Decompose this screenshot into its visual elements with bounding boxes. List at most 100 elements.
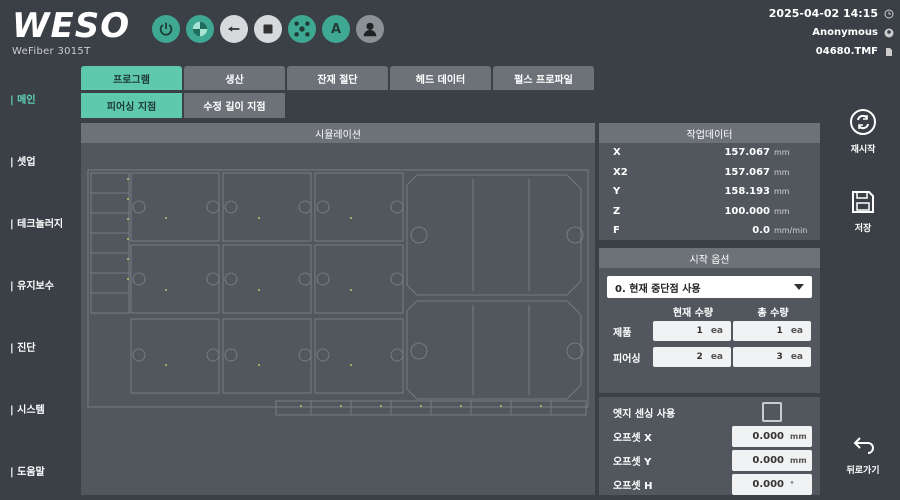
offset-label: 오프셋 H — [613, 480, 653, 492]
part-b3 — [314, 244, 404, 314]
edge-sensing-checkbox[interactable] — [762, 402, 782, 422]
save-icon — [852, 191, 874, 213]
current-qty-value: 1 — [696, 326, 703, 336]
qty-unit: ea — [790, 352, 803, 362]
work-data-row: X2 157.067 mm — [599, 163, 820, 183]
offset-x-field[interactable]: 0.000 mm — [732, 425, 812, 447]
user-name: Anonymous — [812, 27, 878, 38]
quadrant-icon[interactable] — [186, 15, 214, 43]
sheet-outline — [87, 169, 589, 408]
person-icon — [884, 28, 894, 37]
qty-unit: ea — [790, 326, 803, 336]
tab-pulse-profile[interactable]: 펄스 프로파일 — [493, 66, 594, 90]
edge-sensing-label: 엣지 센싱 사용 — [613, 408, 676, 420]
total-qty-value: 1 — [776, 326, 783, 336]
axis-value: 158.193 — [724, 186, 770, 198]
offset-unit: mm — [790, 455, 807, 465]
file-icon — [886, 47, 892, 56]
part-b1 — [130, 244, 220, 314]
work-data-panel: 작업데이터 X 157.067 mm X2 157.067 mm Y 158.193 mm … — [599, 123, 820, 240]
back-button[interactable]: 뒤로가기 — [836, 433, 890, 476]
subtab-edit-length-point[interactable]: 수정 길이 지점 — [184, 93, 285, 118]
start-options-panel: 시작 옵션 0. 현재 중단점 사용 현재 수량 총 수량 제품 1 ea 1 ea… — [599, 248, 820, 393]
offset-value: 0.000 — [752, 478, 784, 490]
part-d1 — [406, 174, 582, 296]
restart-icon — [850, 109, 876, 135]
sub-tabs: 피어싱 지점 수정 길이 지점 — [81, 93, 285, 118]
axis-label: Z — [613, 205, 621, 217]
part-a3 — [314, 172, 404, 242]
start-mode-value: 0. 현재 중단점 사용 — [615, 283, 701, 295]
quantity-row: 제품 1 ea 1 ea — [599, 318, 820, 344]
restart-button[interactable]: 재시작 — [836, 108, 890, 155]
tab-production[interactable]: 생산 — [184, 66, 285, 90]
total-qty-header: 총 수량 — [757, 308, 789, 319]
current-qty-header: 현재 수량 — [672, 308, 714, 319]
offset-value: 0.000 — [752, 454, 784, 466]
auto-letter: A — [330, 21, 342, 37]
tab-program[interactable]: 프로그램 — [81, 66, 182, 90]
axis-label: F — [613, 225, 620, 237]
restart-label: 재시작 — [850, 145, 876, 155]
axis-value: 157.067 — [724, 147, 770, 159]
tab-remnant-cut[interactable]: 잔재 절단 — [287, 66, 388, 90]
axis-value: 157.067 — [724, 166, 770, 178]
quantity-row: 피어싱 2 ea 3 ea — [599, 344, 820, 370]
work-data-row: X 157.067 mm — [599, 143, 820, 163]
edge-sensing-row: 엣지 센싱 사용 — [599, 400, 820, 424]
nav-help[interactable]: | 도움말 — [10, 463, 45, 478]
simulation-canvas[interactable] — [81, 143, 595, 495]
axis-unit: mm — [774, 187, 790, 197]
nav-maintenance[interactable]: | 유지보수 — [10, 277, 54, 292]
part-c2 — [222, 318, 312, 394]
file-name: 04680.TMF — [815, 46, 878, 57]
work-data-title: 작업데이터 — [599, 123, 820, 143]
status-area: 2025-04-02 14:15 Anonymous 04680.TMF — [769, 4, 894, 61]
nav-diagnosis[interactable]: | 진단 — [10, 339, 36, 354]
offset-row: 오프셋 Y 0.000 mm — [599, 448, 820, 472]
offset-label: 오프셋 X — [613, 432, 652, 444]
current-qty-field[interactable]: 2 ea — [653, 347, 731, 367]
qty-unit: ea — [710, 326, 723, 336]
nav-technology[interactable]: | 테크놀러지 — [10, 215, 63, 230]
edge-sensing-panel: 엣지 센싱 사용 오프셋 X 0.000 mm 오프셋 Y 0.000 mm 오프셋… — [599, 397, 820, 495]
datetime: 2025-04-02 14:15 — [768, 7, 878, 20]
stop-icon[interactable] — [254, 15, 282, 43]
total-qty-value: 3 — [776, 352, 783, 362]
part-c1 — [130, 318, 220, 394]
chevron-down-icon — [794, 284, 804, 290]
nav-setup[interactable]: | 셋업 — [10, 153, 36, 168]
start-mode-select[interactable]: 0. 현재 중단점 사용 — [607, 276, 812, 298]
nav-system[interactable]: | 시스템 — [10, 401, 45, 416]
offset-label: 오프셋 Y — [613, 456, 652, 468]
offset-unit: ° — [790, 479, 794, 489]
part-c3 — [314, 318, 404, 394]
total-qty-field[interactable]: 1 ea — [733, 321, 811, 341]
axis-value: 100.000 — [724, 205, 770, 217]
axis-label: X — [613, 147, 621, 159]
user-icon[interactable] — [356, 15, 384, 43]
current-qty-field[interactable]: 1 ea — [653, 321, 731, 341]
auto-icon[interactable]: A — [322, 15, 350, 43]
quantity-row-label: 피어싱 — [613, 353, 641, 365]
network-icon[interactable] — [288, 15, 316, 43]
back-label: 뒤로가기 — [846, 466, 880, 476]
simulation-title: 시뮬레이션 — [81, 123, 595, 143]
total-qty-field[interactable]: 3 ea — [733, 347, 811, 367]
axis-label: Y — [613, 186, 621, 198]
work-data-row: Y 158.193 mm — [599, 182, 820, 202]
save-button[interactable]: 저장 — [836, 189, 890, 234]
machine-model: WeFiber 3015T — [12, 46, 91, 57]
current-qty-value: 2 — [696, 352, 703, 362]
arrow-left-circle-icon[interactable] — [220, 15, 248, 43]
power-icon[interactable] — [152, 15, 180, 43]
offset-row: 오프셋 H 0.000 ° — [599, 472, 820, 496]
part-a1 — [130, 172, 220, 242]
tab-head-data[interactable]: 헤드 데이터 — [390, 66, 491, 90]
subtab-piercing-point[interactable]: 피어싱 지점 — [81, 93, 182, 118]
logo-text: WESO — [12, 6, 131, 46]
nav-main[interactable]: | 메인 — [10, 91, 36, 106]
offset-h-field[interactable]: 0.000 ° — [732, 473, 812, 495]
offset-y-field[interactable]: 0.000 mm — [732, 449, 812, 471]
axis-value: 0.0 — [752, 225, 770, 237]
